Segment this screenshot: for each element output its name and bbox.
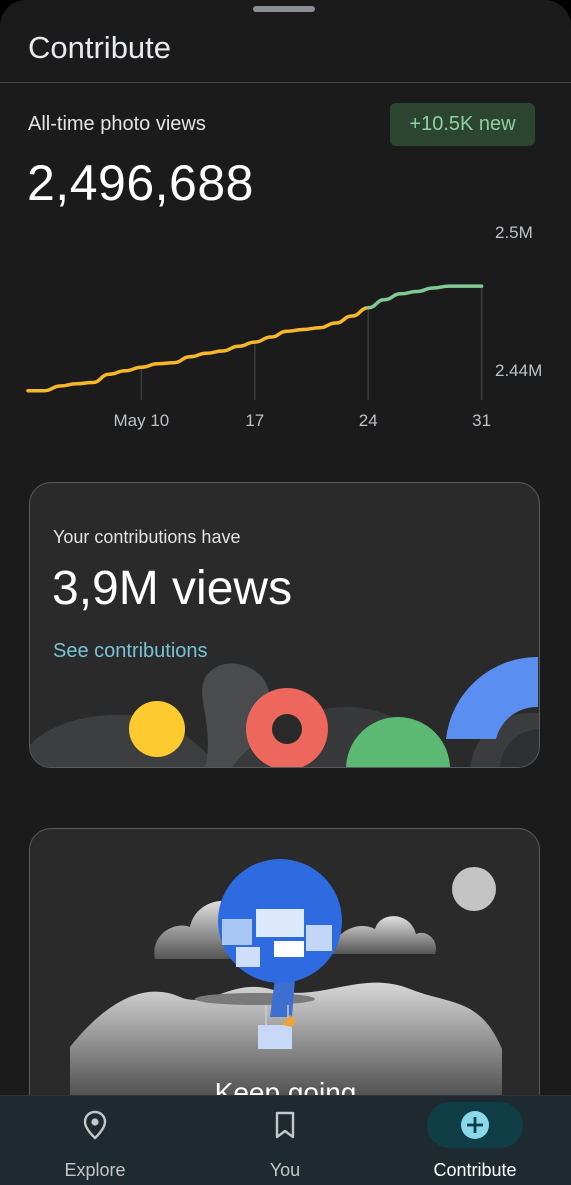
photo-views-chart: May 10 17 24 31 2.5M 2.44M [26,223,542,430]
keep-going-card[interactable]: Keep going [29,828,540,1128]
nav-you[interactable]: You [190,1096,380,1185]
nav-you-label: You [269,1160,301,1180]
x-tick-label: 24 [359,411,378,430]
nav-contribute-label: Contribute [433,1160,517,1180]
contributions-views: 3,9M views [52,562,293,615]
header-divider [0,82,571,83]
y-tick-label: 2.5M [495,223,533,242]
see-contributions-link[interactable]: See contributions [53,640,208,663]
contributions-card[interactable]: Your contributions have 3,9M views See c… [29,482,540,768]
photo-views-label: All-time photo views [28,113,206,135]
shapes-illustration [30,656,539,767]
views-line-new [366,284,484,310]
bottom-navigation: Explore You Contribute [0,1095,571,1185]
page-title: Contribute [28,30,172,65]
drag-handle[interactable] [253,6,315,12]
photo-views-total: 2,496,688 [27,155,254,211]
nav-explore-label: Explore [64,1160,126,1180]
new-views-badge: +10.5K new [390,103,535,146]
views-line-previous [26,306,370,393]
y-tick-label: 2.44M [495,361,542,380]
x-tick-label: May 10 [114,411,170,430]
add-circle-icon [427,1102,523,1148]
nav-explore[interactable]: Explore [0,1096,190,1185]
nav-contribute[interactable]: Contribute [380,1096,570,1185]
x-tick-label: 17 [245,411,264,430]
location-pin-icon [47,1102,143,1148]
x-tick-label: 31 [472,411,491,430]
bookmark-icon [237,1102,333,1148]
contributions-subtitle: Your contributions have [53,527,241,547]
contribute-sheet: Contribute All-time photo views +10.5K n… [0,0,571,1185]
